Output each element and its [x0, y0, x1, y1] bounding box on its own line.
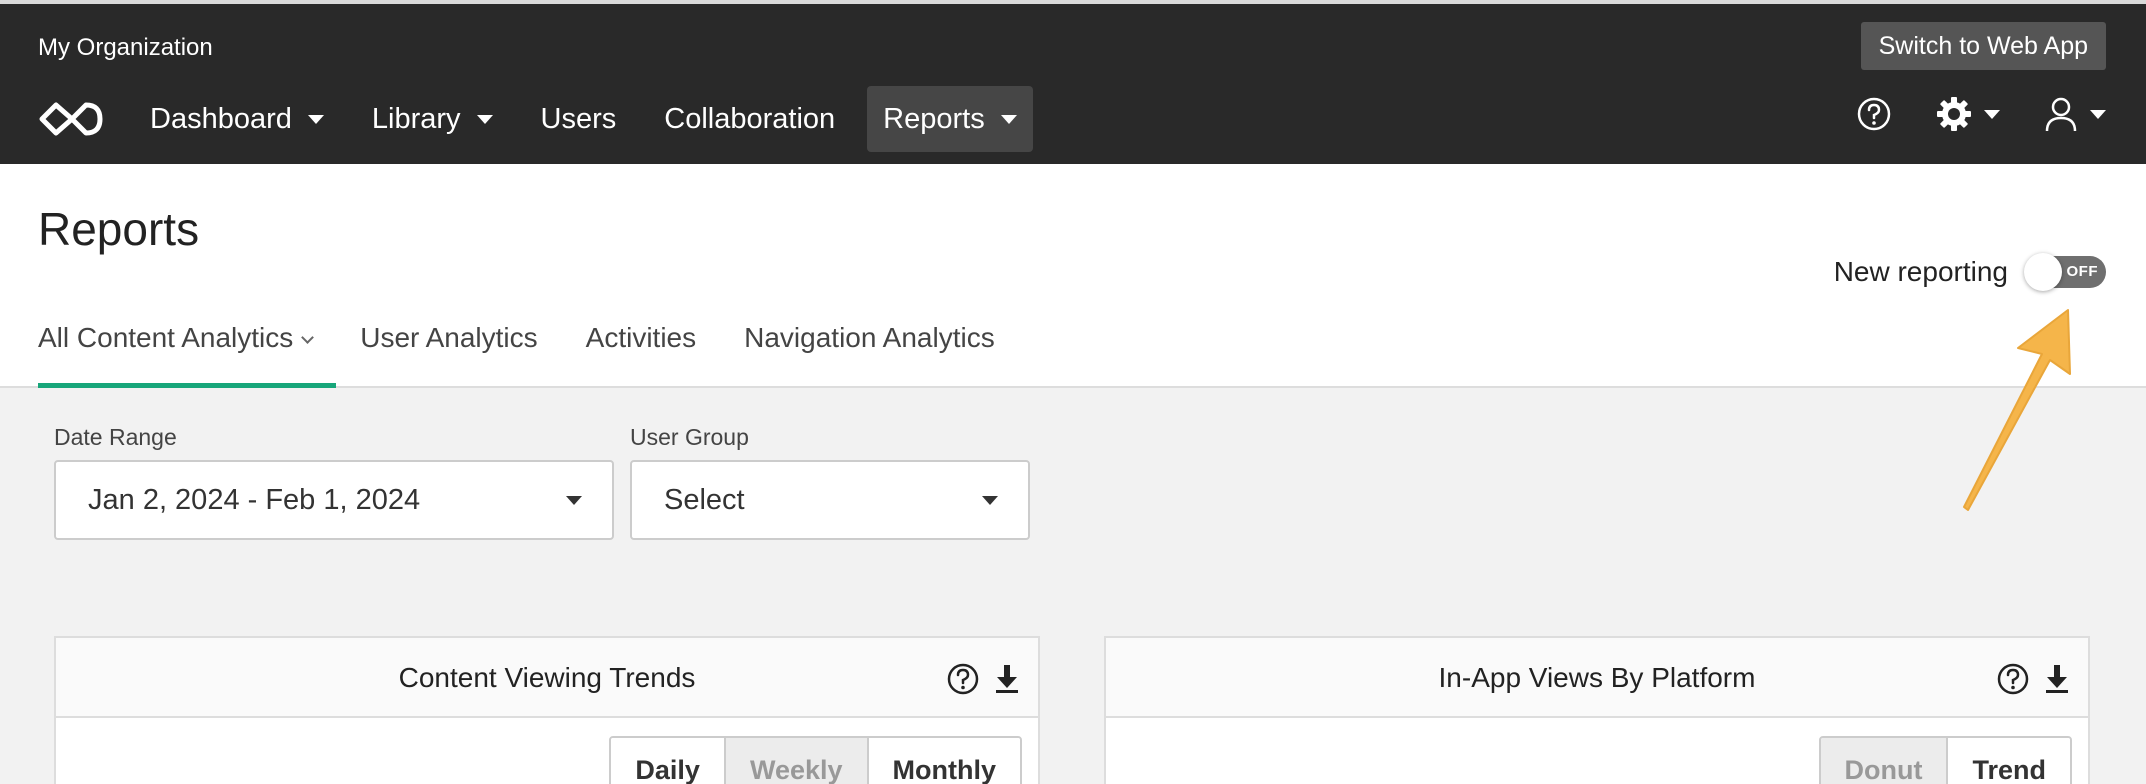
toggle-knob	[2024, 253, 2062, 291]
tab-label: All Content Analytics	[38, 322, 294, 353]
new-reporting-label: New reporting	[1833, 256, 2008, 287]
user-group-label: User Group	[630, 424, 749, 450]
tab-navigation-analytics[interactable]: Navigation Analytics	[744, 314, 995, 386]
date-range-label: Date Range	[54, 424, 177, 450]
organization-name[interactable]: My Organization	[38, 34, 213, 62]
download-icon[interactable]	[992, 663, 1022, 695]
help-icon[interactable]	[1996, 662, 2030, 696]
chevron-down-icon	[1984, 109, 2000, 119]
logo-icon[interactable]	[38, 99, 104, 139]
help-icon	[1857, 97, 1891, 131]
nav-collaboration[interactable]: Collaboration	[648, 86, 851, 152]
chevron-down-icon	[566, 496, 582, 505]
tab-activities[interactable]: Activities	[586, 314, 696, 386]
tab-all-content-analytics[interactable]: All Content Analytics	[38, 314, 337, 388]
main-nav: Dashboard Library Users Collaboration Re…	[38, 86, 1049, 152]
chevron-down-icon	[982, 496, 998, 505]
chevron-down-icon	[307, 114, 324, 124]
card-actions	[1984, 662, 2072, 696]
granularity-toggle: Daily Weekly Monthly	[609, 736, 1022, 784]
settings-menu-button[interactable]	[1936, 96, 2000, 132]
weekly-button[interactable]: Weekly	[723, 738, 867, 784]
annotation-arrow-icon	[1963, 309, 2071, 511]
nav-library-label: Library	[371, 102, 461, 135]
card-header: In-App Views By Platform	[1106, 638, 2088, 718]
content-viewing-trends-card: Content Viewing Trends Daily Weekly Mont…	[54, 636, 1040, 784]
chevron-down-icon	[2090, 109, 2106, 119]
download-icon[interactable]	[2042, 663, 2072, 695]
nav-collaboration-label: Collaboration	[664, 102, 836, 135]
settings-icon	[1937, 97, 1971, 131]
help-button[interactable]	[1856, 96, 1892, 132]
toggle-state-text: OFF	[2066, 263, 2098, 280]
tab-label: Activities	[585, 322, 697, 353]
tab-user-analytics[interactable]: User Analytics	[360, 314, 537, 386]
nav-users[interactable]: Users	[525, 86, 633, 152]
date-range-value: Jan 2, 2024 - Feb 1, 2024	[88, 484, 421, 516]
donut-button[interactable]: Donut	[1820, 738, 1947, 784]
nav-reports[interactable]: Reports	[867, 86, 1033, 152]
nav-users-label: Users	[540, 102, 617, 135]
new-reporting-toggle[interactable]: OFF	[2024, 253, 2106, 291]
user-group-value: Select	[664, 484, 745, 516]
chevron-down-icon	[301, 331, 315, 344]
page-header: Reports New reporting OFF All Content An…	[0, 164, 2146, 388]
nav-reports-label: Reports	[883, 102, 985, 135]
chevron-down-icon	[476, 114, 493, 124]
chevron-down-icon	[1000, 114, 1017, 124]
card-title: Content Viewing Trends	[398, 662, 696, 693]
card-header: Content Viewing Trends	[56, 638, 1038, 718]
date-range-select[interactable]: Jan 2, 2024 - Feb 1, 2024	[54, 460, 614, 540]
nav-right-icons	[1812, 96, 2106, 132]
nav-library[interactable]: Library	[356, 86, 509, 152]
user-group-select[interactable]: Select	[630, 460, 1030, 540]
report-tabs: All Content Analytics User Analytics Act…	[38, 314, 1043, 388]
top-navigation-bar: My Organization Switch to Web App Dashbo…	[0, 0, 2146, 164]
monthly-button[interactable]: Monthly	[866, 738, 1020, 784]
switch-to-web-app-button[interactable]: Switch to Web App	[1860, 22, 2106, 70]
help-icon[interactable]	[946, 662, 980, 696]
card-title: In-App Views By Platform	[1438, 662, 1756, 693]
nav-dashboard[interactable]: Dashboard	[134, 86, 340, 152]
trend-button[interactable]: Trend	[1946, 738, 2070, 784]
in-app-views-by-platform-card: In-App Views By Platform Donut Trend	[1104, 636, 2090, 784]
tab-label: User Analytics	[360, 322, 538, 353]
user-menu-button[interactable]	[2044, 96, 2106, 132]
nav-dashboard-label: Dashboard	[150, 102, 292, 135]
page-title: Reports	[38, 203, 200, 255]
card-actions	[934, 662, 1022, 696]
chart-type-toggle: Donut Trend	[1818, 736, 2072, 784]
user-icon	[2045, 97, 2077, 132]
tab-label: Navigation Analytics	[744, 322, 995, 353]
new-reporting-control: New reporting OFF	[1833, 253, 2106, 291]
daily-button[interactable]: Daily	[611, 738, 724, 784]
